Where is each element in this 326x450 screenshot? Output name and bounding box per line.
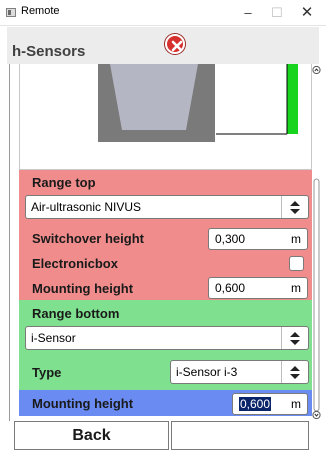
secondary-button[interactable]	[171, 421, 309, 450]
type-label: Type	[32, 365, 62, 380]
electronicbox-label: Electronicbox	[32, 256, 118, 271]
range-top-mounting-height-field[interactable]: 0,600 m	[208, 277, 308, 299]
switchover-height-value: 0,300	[215, 232, 246, 246]
range-bottom-title: Range bottom	[32, 306, 120, 321]
range-top-mounting-height-value: 0,600	[215, 281, 246, 295]
close-icon[interactable]	[165, 34, 185, 54]
range-bottom-mounting-height-field[interactable]: 0,600 m	[232, 393, 308, 415]
back-button[interactable]: Back	[14, 421, 169, 450]
range-bottom-sensor-select[interactable]: i-Sensor	[25, 326, 309, 350]
sensor-diagram	[19, 64, 312, 170]
range-bottom-mounting-height-value: 0,600	[239, 397, 272, 411]
window-title: Remote	[21, 5, 60, 17]
switchover-height-unit: m	[291, 232, 301, 246]
scrollbar[interactable]	[312, 64, 321, 421]
range-bottom-mounting-height-label: Mounting height	[32, 396, 134, 411]
select-spinner-icon	[281, 361, 308, 383]
minimize-button[interactable]: –	[233, 3, 263, 23]
select-spinner-icon	[281, 327, 308, 349]
range-top-sensor-select[interactable]: Air-ultrasonic NIVUS	[25, 195, 309, 219]
range-top-mounting-height-unit: m	[291, 281, 301, 295]
maximize-button[interactable]: ☐	[262, 3, 292, 23]
type-select[interactable]: i-Sensor i-3	[170, 360, 309, 384]
range-bottom-sensor-value: i-Sensor	[31, 331, 76, 345]
switchover-height-field[interactable]: 0,300 m	[208, 228, 308, 250]
app-icon	[6, 8, 16, 17]
type-value: i-Sensor i-3	[176, 365, 238, 379]
range-top-mounting-height-label: Mounting height	[32, 281, 134, 296]
electronicbox-checkbox[interactable]	[289, 256, 304, 271]
page-title: h-Sensors	[12, 43, 86, 60]
select-spinner-icon	[281, 196, 308, 218]
range-top-title: Range top	[32, 175, 96, 190]
range-top-sensor-value: Air-ultrasonic NIVUS	[31, 200, 142, 214]
switchover-height-label: Switchover height	[32, 231, 144, 246]
window-close-button[interactable]: ✕	[292, 3, 322, 23]
range-bottom-mounting-height-unit: m	[291, 397, 301, 411]
